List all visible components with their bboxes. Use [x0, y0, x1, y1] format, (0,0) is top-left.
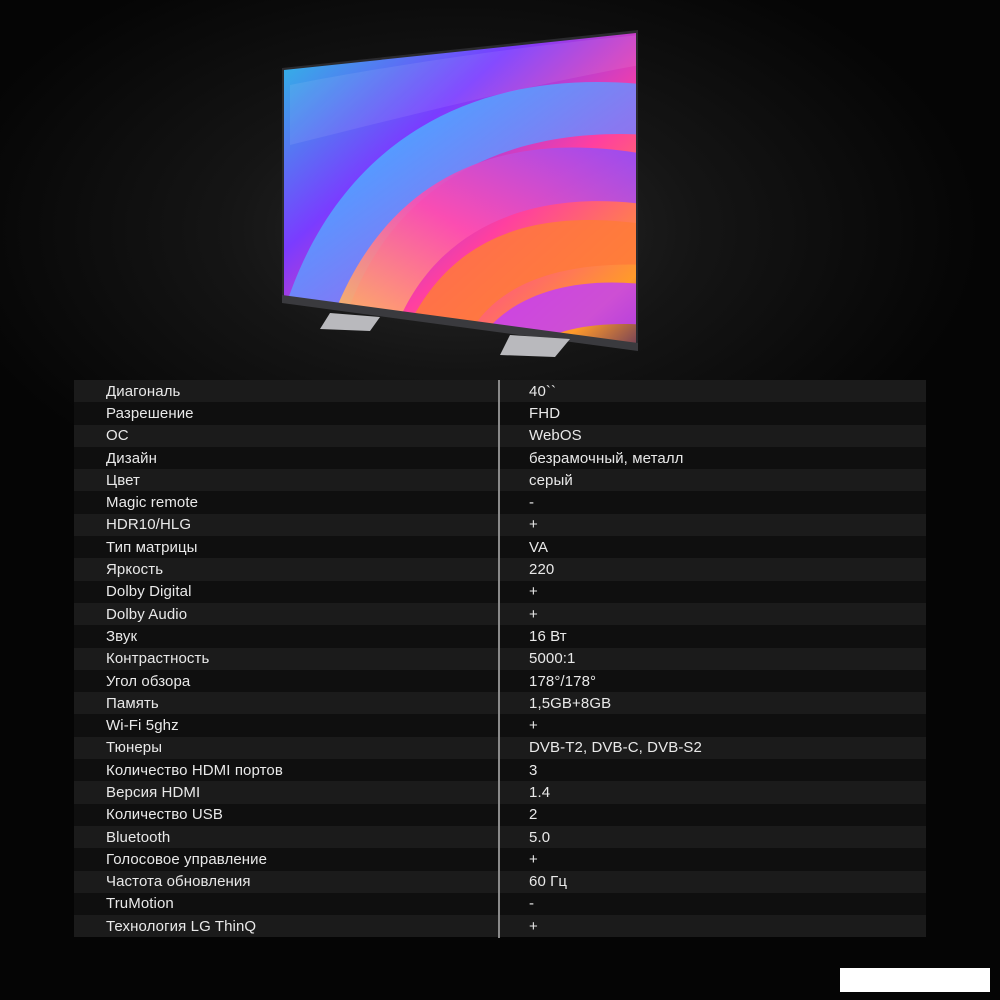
spec-value: +: [529, 717, 538, 735]
spec-label: Цвет: [106, 471, 141, 489]
spec-row: Частота обновления 60 Гц: [74, 870, 926, 893]
spec-value: DVB-T2, DVB-C, DVB-S2: [529, 739, 702, 757]
spec-label: Количество USB: [106, 806, 223, 824]
spec-value: -: [529, 895, 535, 913]
spec-row: HDR10/HLG +: [74, 513, 926, 537]
spec-label: Звук: [106, 627, 138, 645]
spec-row: Dolby Digital +: [74, 580, 926, 603]
spec-label: ОС: [106, 427, 129, 445]
spec-row: Dolby Audio +: [74, 602, 926, 626]
spec-label: Тюнеры: [106, 739, 163, 757]
spec-row: Цвет серый: [74, 469, 926, 492]
spec-row: Версия HDMI 1.4: [74, 781, 926, 804]
spec-row: Голосовое управление +: [74, 848, 926, 871]
spec-label: HDR10/HLG: [106, 516, 192, 534]
spec-value: +: [529, 917, 538, 935]
spec-value: 2: [529, 806, 538, 824]
spec-label: Дизайн: [106, 449, 158, 467]
spec-row: Диагональ 40``: [74, 380, 926, 403]
spec-label: Технология LG ThinQ: [106, 917, 257, 935]
spec-row: Magic remote -: [74, 491, 926, 514]
column-divider: [498, 380, 500, 938]
spec-row: Количество USB 2: [74, 803, 926, 826]
spec-row: Контрастность 5000:1: [74, 647, 926, 670]
spec-label: Wi-Fi 5ghz: [106, 717, 179, 735]
spec-table: Диагональ 40`` Разрешение FHD ОС WebOS Дизайн б…: [74, 380, 926, 938]
spec-label: Версия HDMI: [106, 783, 201, 801]
spec-row: Звук 16 Вт: [74, 625, 926, 648]
spec-value: -: [529, 494, 535, 512]
spec-value: WebOS: [529, 427, 582, 445]
spec-label: Угол обзора: [106, 672, 191, 690]
spec-row: Тип матрицы VA: [74, 536, 926, 559]
spec-row: TruMotion -: [74, 892, 926, 916]
spec-label: Голосовое управление: [106, 850, 268, 868]
spec-label: Частота обновления: [106, 873, 251, 891]
spec-row: Дизайн безрамочный, металл: [74, 446, 926, 470]
spec-label: Dolby Audio: [106, 605, 188, 623]
spec-row: Технология LG ThinQ +: [74, 915, 926, 938]
spec-value: 60 Гц: [529, 873, 568, 891]
spec-value: +: [529, 850, 538, 868]
spec-label: Память: [106, 694, 159, 712]
spec-value: +: [529, 516, 538, 534]
spec-label: Яркость: [106, 561, 164, 579]
spec-row: ОС WebOS: [74, 424, 926, 447]
spec-row: Яркость 220: [74, 558, 926, 581]
spec-value: 16 Вт: [529, 627, 567, 645]
spec-label: Bluetooth: [106, 828, 171, 846]
spec-label: Тип матрицы: [106, 538, 198, 556]
spec-value: 5000:1: [529, 650, 576, 668]
spec-label: TruMotion: [106, 895, 174, 913]
spec-value: +: [529, 583, 538, 601]
spec-value: VA: [529, 538, 549, 556]
spec-value: безрамочный, металл: [529, 449, 684, 467]
spec-value: серый: [529, 471, 573, 489]
spec-value: 3: [529, 761, 538, 779]
spec-value: 1.4: [529, 783, 551, 801]
spec-row: Wi-Fi 5ghz +: [74, 714, 926, 737]
spec-label: Dolby Digital: [106, 583, 192, 601]
spec-value: 5.0: [529, 828, 551, 846]
spec-row: Разрешение FHD: [74, 402, 926, 425]
spec-label: Количество HDMI портов: [106, 761, 283, 779]
product-spec-sheet: Диагональ 40`` Разрешение FHD ОС WebOS Дизайн б…: [0, 0, 1000, 1000]
spec-value: 40``: [529, 382, 557, 400]
spec-value: 1,5GB+8GB: [529, 694, 612, 712]
spec-row: Тюнеры DVB-T2, DVB-C, DVB-S2: [74, 736, 926, 760]
spec-value: 178°/178°: [529, 672, 597, 690]
spec-row: Память 1,5GB+8GB: [74, 692, 926, 715]
spec-row: Угол обзора 178°/178°: [74, 669, 926, 693]
spec-label: Контрастность: [106, 650, 210, 668]
spec-label: Magic remote: [106, 494, 199, 512]
spec-row: Количество HDMI портов 3: [74, 759, 926, 782]
spec-value: +: [529, 605, 538, 623]
spec-label: Разрешение: [106, 404, 194, 422]
spec-value: FHD: [529, 404, 561, 422]
corner-patch: [840, 968, 990, 992]
spec-value: 220: [529, 561, 555, 579]
television-icon: [282, 30, 638, 357]
spec-row: Bluetooth 5.0: [74, 825, 926, 849]
spec-label: Диагональ: [106, 382, 181, 400]
